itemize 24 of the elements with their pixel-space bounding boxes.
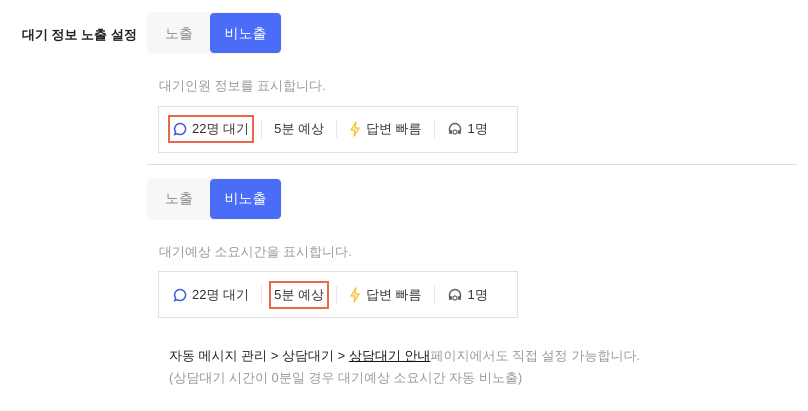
preview-text: 5분 예상 xyxy=(274,286,324,304)
preview-text: 답변 빠름 xyxy=(366,286,422,304)
preview-text: 답변 빠름 xyxy=(366,120,422,138)
guide-link[interactable]: 상담대기 안내 xyxy=(348,348,430,363)
description: 대기예상 소요시간을 표시합니다. xyxy=(159,242,353,260)
headset-icon xyxy=(446,121,463,137)
setting-label: 대기 정보 노출 설정 xyxy=(22,27,137,42)
description: 대기인원 정보를 표시합니다. xyxy=(159,77,327,95)
preview-text: 1명 xyxy=(468,120,488,138)
toggle-option[interactable]: 노출 xyxy=(148,13,210,53)
preview-text: 22명 대기 xyxy=(192,286,250,304)
lightning-icon xyxy=(348,286,361,302)
preview-text: 1명 xyxy=(468,286,488,304)
chat-bubble-icon xyxy=(173,288,187,302)
hint-text: 자동 메시지 관리 > 상담대기 > 상담대기 안내페이지에서도 직접 설정 가능합니다. xyxy=(169,347,641,365)
toggle-option[interactable]: 비노출 xyxy=(210,178,281,218)
toggle-option[interactable]: 노출 xyxy=(148,178,210,218)
chat-bubble-icon xyxy=(173,122,187,136)
preview-text: 22명 대기 xyxy=(192,120,250,138)
lightning-icon xyxy=(348,121,361,137)
headset-icon xyxy=(446,286,463,302)
note-text: (상담대기 시간이 0분일 경우 대기예상 소요시간 자동 비노출) xyxy=(169,369,524,387)
toggle-option[interactable]: 비노출 xyxy=(210,13,281,53)
preview-text: 5분 예상 xyxy=(274,120,324,138)
